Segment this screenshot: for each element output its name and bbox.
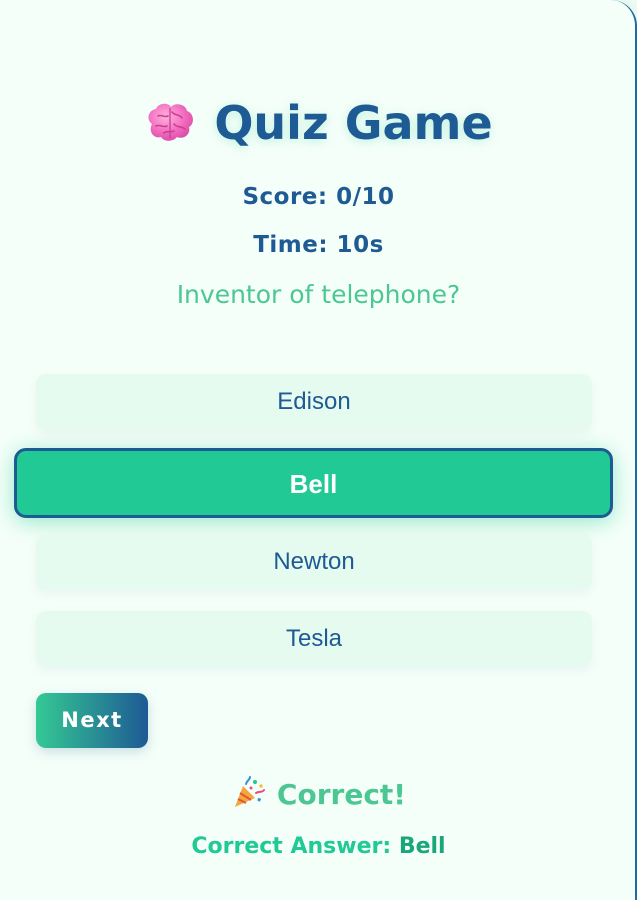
question-text: Inventor of telephone? <box>176 280 461 309</box>
correct-answer-value: Bell <box>398 834 446 859</box>
party-popper-icon <box>231 776 265 810</box>
feedback-text: Correct! <box>276 778 407 811</box>
correct-answer: Correct Answer: Bell <box>0 834 637 859</box>
option-button-newton[interactable]: Newton <box>36 534 592 590</box>
page-title: Quiz Game <box>0 96 637 150</box>
option-button-edison[interactable]: Edison <box>36 374 592 430</box>
option-button-tesla[interactable]: Tesla <box>36 611 592 667</box>
title-text: Quiz Game <box>214 96 493 150</box>
score-display: Score: 0/10 <box>242 184 395 210</box>
timer-display: Time: 10s <box>253 232 384 258</box>
brain-icon <box>144 100 196 146</box>
correct-answer-label: Correct Answer: <box>191 834 392 859</box>
feedback-message: Correct! <box>0 776 637 811</box>
quiz-card: Quiz Game Score: 0/10 Time: 10s Inventor… <box>0 0 637 900</box>
option-button-bell[interactable]: Bell <box>14 448 613 518</box>
next-button[interactable]: Next <box>36 693 148 748</box>
